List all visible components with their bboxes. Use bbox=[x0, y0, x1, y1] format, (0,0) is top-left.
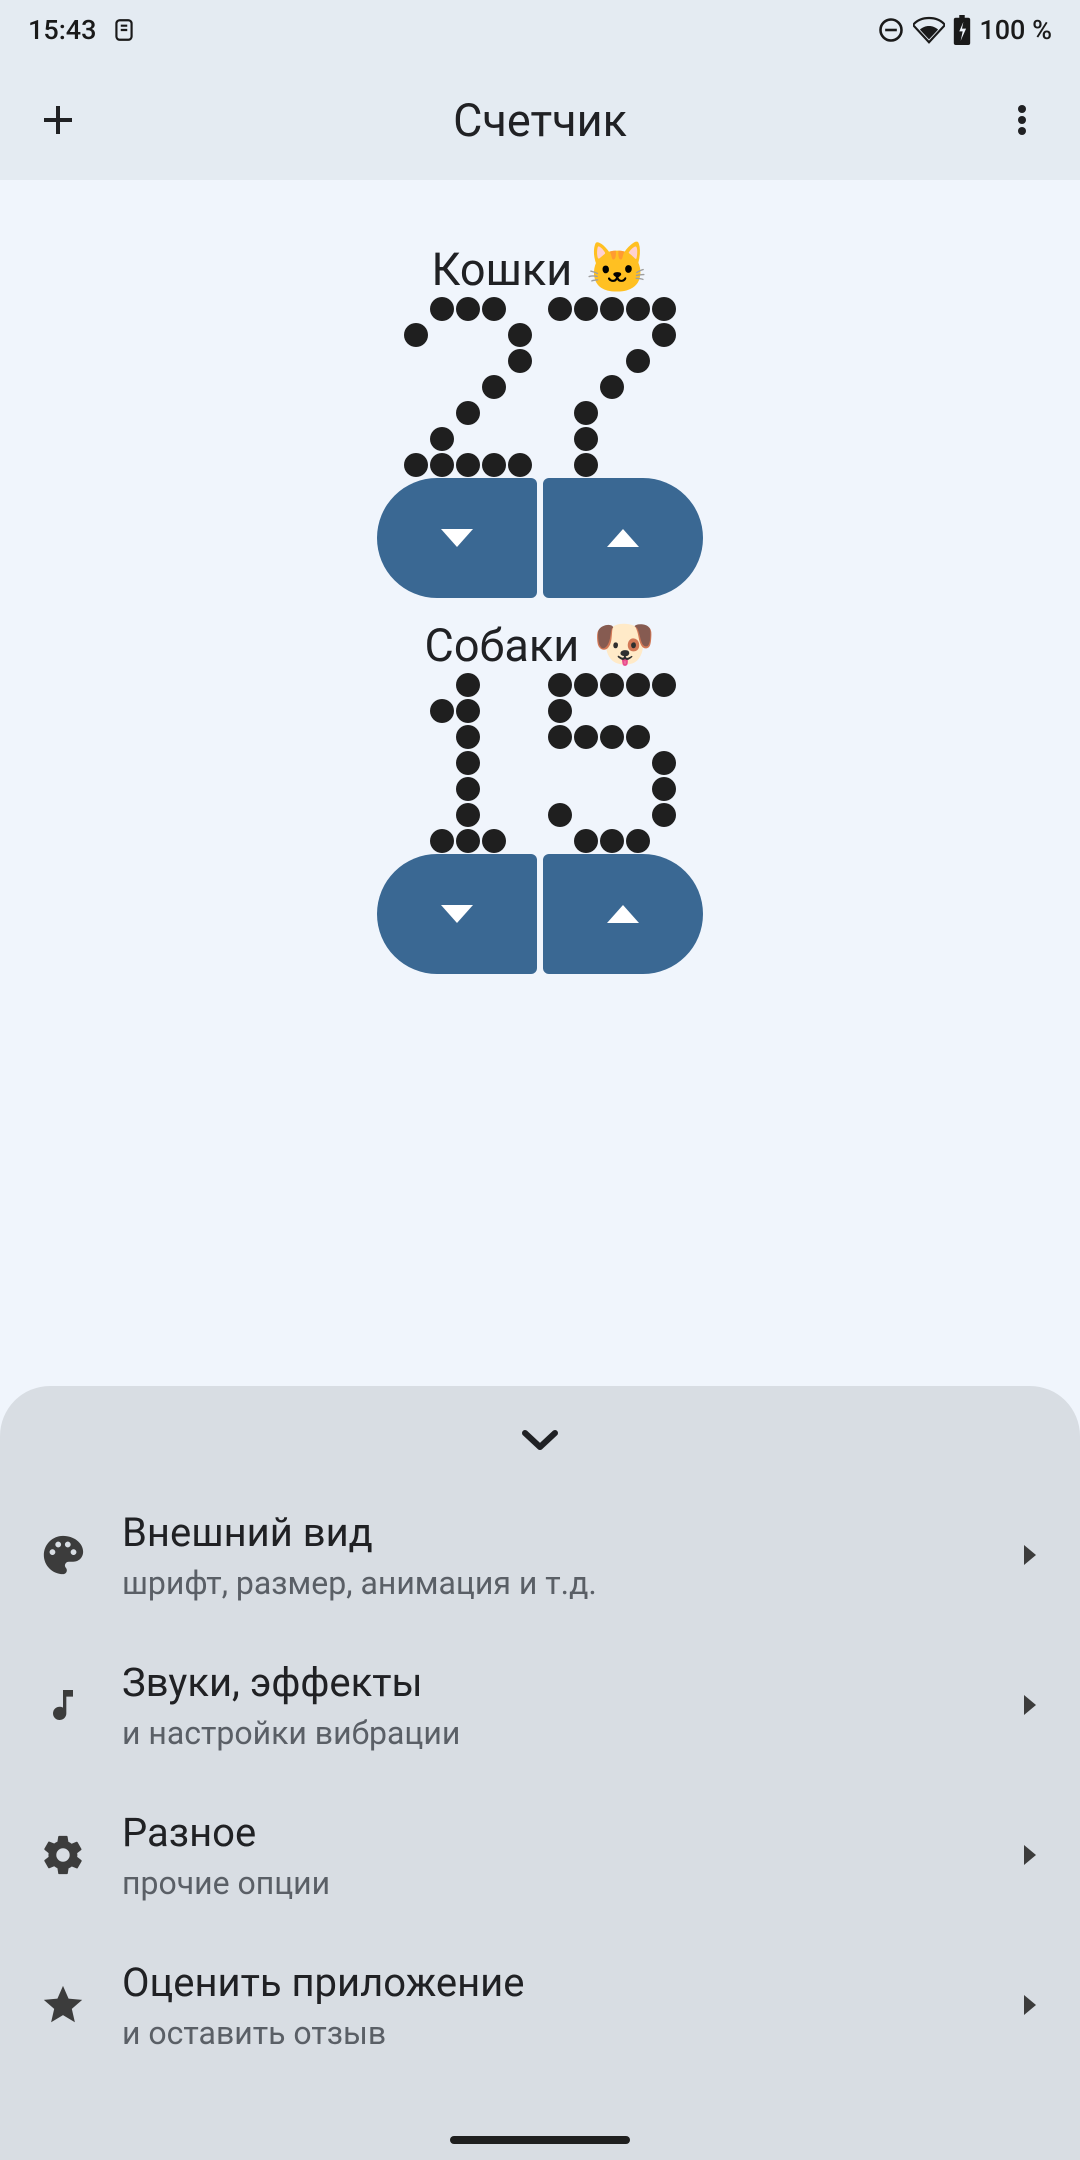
chevron-right-icon bbox=[1024, 1695, 1036, 1715]
more-vert-icon bbox=[1002, 100, 1042, 140]
triangle-down-icon bbox=[441, 529, 473, 547]
counter-label-text: Кошки bbox=[432, 243, 573, 296]
triangle-up-icon bbox=[607, 905, 639, 923]
settings-item-music-note[interactable]: Звуки, эффекты и настройки вибрации bbox=[0, 1630, 1080, 1780]
status-bar: 15:43 100 % bbox=[0, 0, 1080, 60]
chevron-right-icon bbox=[1024, 1995, 1036, 2015]
app-bar: Счетчик bbox=[0, 60, 1080, 180]
counter-emoji: 🐶 bbox=[593, 616, 655, 674]
chevron-right-icon bbox=[1024, 1545, 1036, 1565]
gear-icon bbox=[38, 1830, 88, 1880]
wifi-icon bbox=[913, 14, 945, 46]
settings-item-gear[interactable]: Разное прочие опции bbox=[0, 1780, 1080, 1930]
page-title: Счетчик bbox=[88, 94, 992, 147]
settings-item-palette[interactable]: Внешний вид шрифт, размер, анимация и т.д… bbox=[0, 1480, 1080, 1630]
settings-item-title: Оценить приложение bbox=[122, 1958, 990, 2008]
app-notification-icon bbox=[111, 17, 137, 43]
counter-list: Кошки🐱 Собаки🐶 bbox=[0, 180, 1080, 974]
counter: Кошки🐱 bbox=[377, 240, 703, 598]
counter-label-text: Собаки bbox=[425, 619, 580, 672]
system-nav-bar bbox=[0, 2120, 1080, 2160]
settings-item-title: Внешний вид bbox=[122, 1508, 990, 1558]
settings-item-subtitle: прочие опции bbox=[122, 1864, 990, 1902]
do-not-disturb-icon bbox=[877, 16, 905, 44]
settings-item-title: Звуки, эффекты bbox=[122, 1658, 990, 1708]
add-button[interactable] bbox=[28, 90, 88, 150]
decrement-button[interactable] bbox=[377, 478, 537, 598]
counter-buttons bbox=[377, 478, 703, 598]
triangle-up-icon bbox=[607, 529, 639, 547]
counter-value[interactable] bbox=[396, 292, 684, 482]
decrement-button[interactable] bbox=[377, 854, 537, 974]
counter-buttons bbox=[377, 854, 703, 974]
increment-button[interactable] bbox=[543, 478, 703, 598]
settings-item-star[interactable]: Оценить приложение и оставить отзыв bbox=[0, 1930, 1080, 2080]
sheet-collapse-button[interactable] bbox=[0, 1400, 1080, 1480]
settings-item-title: Разное bbox=[122, 1808, 990, 1858]
settings-item-subtitle: и настройки вибрации bbox=[122, 1714, 990, 1752]
counter-label: Собаки🐶 bbox=[425, 616, 656, 674]
settings-sheet: Внешний вид шрифт, размер, анимация и т.д… bbox=[0, 1386, 1080, 2160]
nav-home-pill[interactable] bbox=[450, 2136, 630, 2144]
status-time: 15:43 bbox=[28, 14, 97, 46]
chevron-down-icon bbox=[517, 1425, 563, 1455]
status-battery-text: 100 % bbox=[979, 14, 1052, 46]
chevron-right-icon bbox=[1024, 1845, 1036, 1865]
star-icon bbox=[38, 1980, 88, 2030]
triangle-down-icon bbox=[441, 905, 473, 923]
increment-button[interactable] bbox=[543, 854, 703, 974]
music-note-icon bbox=[38, 1680, 88, 1730]
settings-item-subtitle: шрифт, размер, анимация и т.д. bbox=[122, 1564, 990, 1602]
more-button[interactable] bbox=[992, 90, 1052, 150]
settings-item-subtitle: и оставить отзыв bbox=[122, 2014, 990, 2052]
palette-icon bbox=[38, 1530, 88, 1580]
plus-icon bbox=[38, 100, 78, 140]
battery-icon bbox=[953, 15, 971, 45]
counter-label: Кошки🐱 bbox=[432, 240, 649, 298]
counter-emoji: 🐱 bbox=[586, 240, 648, 298]
counter: Собаки🐶 bbox=[377, 616, 703, 974]
counter-value[interactable] bbox=[396, 668, 684, 858]
